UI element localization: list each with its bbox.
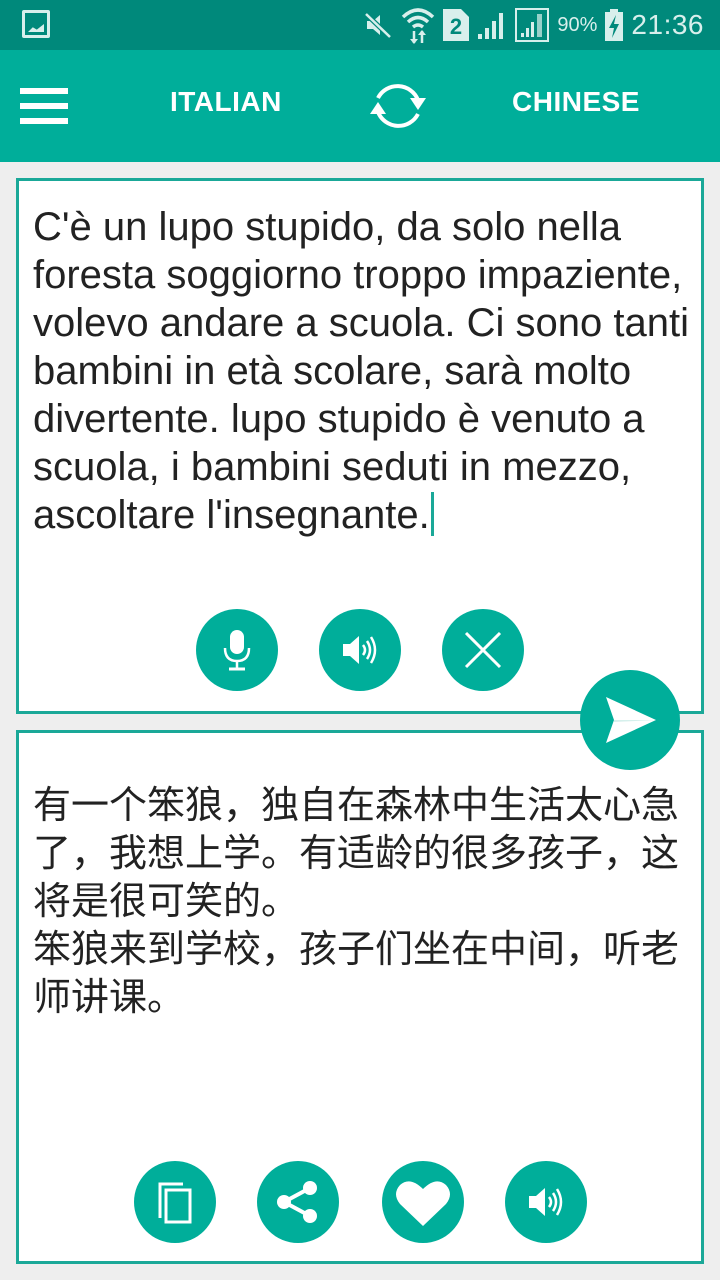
send-icon [606, 697, 656, 743]
share-icon [277, 1181, 317, 1223]
gallery-icon [22, 10, 50, 38]
svg-text:2: 2 [450, 14, 462, 39]
favorite-button[interactable] [382, 1161, 464, 1243]
translation-card: 有一个笨狼，独自在森林中生活太心急了，我想上学。有适龄的很多孩子，这将是很可笑的… [16, 730, 704, 1264]
speak-target-button[interactable] [505, 1161, 587, 1243]
close-icon [464, 631, 502, 669]
translated-text: 有一个笨狼，独自在森林中生活太心急了，我想上学。有适龄的很多孩子，这将是很可笑的… [33, 783, 680, 1019]
sim-2-icon: 2 [443, 9, 470, 41]
source-text-input[interactable]: C'è un lupo stupido, da solo nella fores… [33, 203, 691, 539]
clock: 21:36 [631, 9, 704, 40]
app-toolbar: ITALIAN CHINESE [0, 50, 720, 162]
source-text-card: C'è un lupo stupido, da solo nella fores… [16, 178, 704, 714]
status-bar: 2 90% 21:36 [0, 0, 720, 50]
signal-icon [478, 13, 504, 39]
heart-icon [396, 1181, 450, 1226]
copy-button[interactable] [134, 1161, 216, 1243]
speaker-icon [343, 636, 377, 664]
clear-button[interactable] [442, 609, 524, 691]
source-language-button[interactable]: ITALIAN [170, 86, 282, 118]
share-button[interactable] [257, 1161, 339, 1243]
text-cursor [430, 492, 434, 536]
translate-send-button[interactable] [580, 670, 680, 770]
microphone-icon [223, 630, 251, 671]
hamburger-menu-icon[interactable] [20, 88, 68, 124]
battery-percent: 90% [557, 13, 598, 36]
target-language-button[interactable]: CHINESE [512, 86, 640, 118]
speaker-icon [529, 1188, 563, 1216]
signal-roaming-icon [515, 8, 550, 42]
mute-icon [364, 12, 393, 39]
battery-charging-icon [605, 9, 624, 41]
copy-icon [158, 1182, 192, 1224]
swap-languages-icon[interactable] [364, 76, 432, 136]
speak-source-button[interactable] [319, 609, 401, 691]
microphone-button[interactable] [196, 609, 278, 691]
wifi-icon [402, 8, 435, 44]
